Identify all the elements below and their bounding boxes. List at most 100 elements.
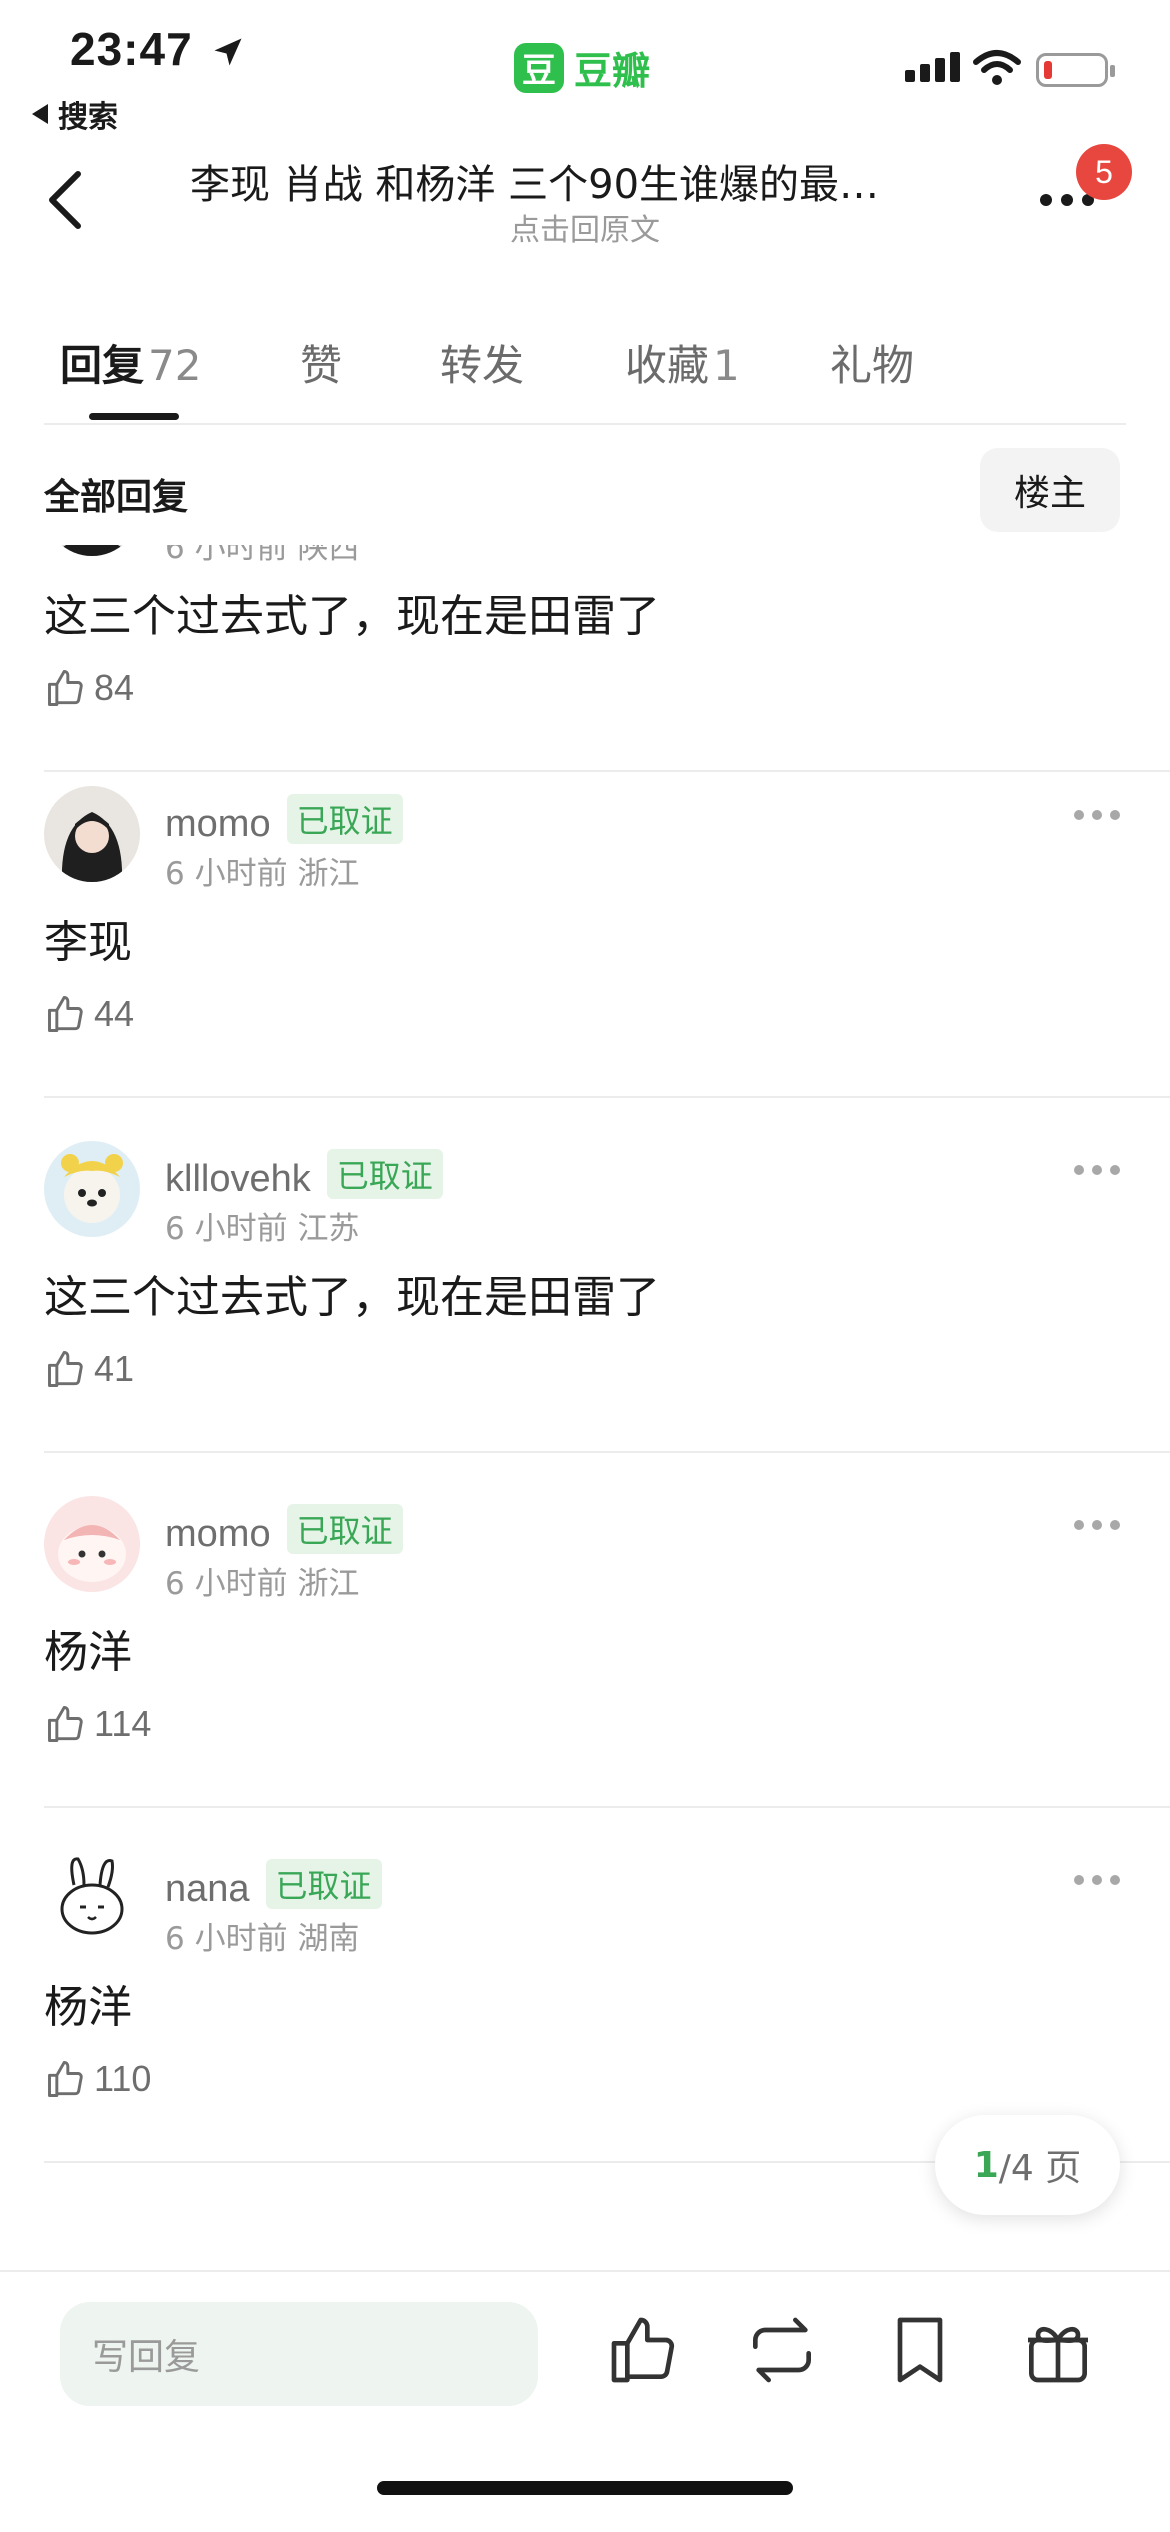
page-indicator[interactable]: 1/4 页 [935, 2115, 1120, 2215]
tab-bar: 回复72 赞 转发 收藏1 礼物 [0, 320, 1170, 425]
username-text: nana [165, 1868, 250, 1910]
divider [44, 1096, 1170, 1098]
comment-time: 6 小时前 [165, 1211, 288, 1247]
comment-item: momo 已取证 6 小时前 浙江 杨洋 114 [0, 1476, 1170, 1831]
like-button[interactable]: 41 [44, 1347, 134, 1391]
tab-label: 回复 [60, 341, 145, 390]
username[interactable]: momo 已取证 [165, 794, 403, 846]
status-time: 23:47 [70, 23, 193, 75]
comment-meta: 6 小时前 湖南 [165, 1913, 359, 1958]
op-only-button[interactable]: 楼主 [980, 448, 1120, 532]
tab-label: 赞 [300, 341, 343, 390]
comment-location: 陕西 [297, 545, 360, 566]
comment-text: 这三个过去式了，现在是田雷了 [44, 591, 660, 642]
more-dot-icon [1061, 194, 1073, 206]
view-original-link[interactable]: 点击回原文 [0, 205, 1170, 249]
divider [44, 1806, 1170, 1808]
thumbs-up-icon[interactable] [604, 2310, 684, 2390]
comment-text: 杨洋 [44, 1627, 132, 1678]
verified-badge: 已取证 [286, 794, 403, 844]
comment-meta: 6 小时前 浙江 [165, 1558, 359, 1603]
battery-icon [1036, 53, 1115, 87]
status-bar: 23:47 搜索 豆 豆瓣 [0, 0, 1170, 135]
comment-meta: 6 小时前 江苏 [165, 1203, 359, 1248]
verified-badge: 已取证 [326, 1149, 443, 1199]
like-button[interactable]: 110 [44, 2057, 151, 2101]
all-replies-filter[interactable]: 全部回复 [44, 468, 188, 520]
tab-gifts[interactable]: 礼物 [830, 332, 914, 393]
comment-options-button[interactable] [1074, 1165, 1120, 1175]
username[interactable]: momo 已取证 [165, 1504, 403, 1556]
comment-options-button[interactable] [1074, 810, 1120, 820]
comment-location: 湖南 [297, 1921, 360, 1957]
reply-input[interactable]: 写回复 [60, 2302, 538, 2406]
tab-label: 收藏 [625, 341, 710, 390]
dot-icon [1092, 1875, 1102, 1885]
like-button[interactable]: 84 [44, 666, 134, 710]
avatar[interactable] [44, 1496, 140, 1592]
dot-icon [1110, 1165, 1120, 1175]
comment-options-button[interactable] [1074, 1520, 1120, 1530]
back-to-app-link[interactable]: 搜索 [32, 92, 118, 136]
tab-label: 礼物 [830, 341, 915, 390]
thumbs-up-icon [48, 1706, 83, 1742]
comment-meta: 6 小时前 浙江 [165, 848, 359, 893]
comment-list: 6 小时前 陕西 这三个过去式了，现在是田雷了 84 momo 已取证 6 小时前… [0, 545, 1170, 2270]
thumbs-up-icon [48, 2061, 83, 2097]
comment-time: 6 小时前 [165, 1921, 288, 1957]
dot-icon [1092, 1520, 1102, 1530]
tab-replies[interactable]: 回复72 [60, 332, 201, 393]
divider [44, 1451, 1170, 1453]
comment-location: 江苏 [297, 1211, 360, 1247]
dot-icon [1110, 1875, 1120, 1885]
dot-icon [1092, 810, 1102, 820]
repost-icon[interactable] [742, 2310, 822, 2390]
username-text: klllovehk [165, 1158, 311, 1200]
post-title[interactable]: 李现 肖战 和杨洋 三个90生谁爆的最… [190, 152, 990, 210]
comment-time: 6 小时前 [165, 1566, 288, 1602]
comment-options-button[interactable] [1074, 1875, 1120, 1885]
location-arrow-icon [214, 38, 242, 66]
comment-meta: 6 小时前 陕西 [165, 545, 359, 567]
thumbs-up-icon [48, 670, 83, 706]
like-count: 114 [94, 1703, 152, 1744]
tab-count: 72 [148, 341, 202, 390]
dot-icon [1092, 1165, 1102, 1175]
back-triangle-icon [32, 104, 48, 124]
notification-badge: 5 [1076, 144, 1132, 200]
active-tab-indicator [89, 413, 179, 420]
dot-icon [1110, 810, 1120, 820]
more-dot-icon [1040, 194, 1052, 206]
gift-icon[interactable] [1018, 2310, 1098, 2390]
dot-icon [1074, 1165, 1084, 1175]
username[interactable]: nana 已取证 [165, 1859, 382, 1911]
total-pages: /4 页 [998, 2148, 1082, 2189]
comment-item: momo 已取证 6 小时前 浙江 李现 44 [0, 766, 1170, 1121]
avatar[interactable] [44, 1851, 140, 1947]
wifi-icon [973, 50, 1021, 85]
app-logo: 豆 豆瓣 [514, 40, 650, 95]
like-button[interactable]: 114 [44, 1702, 151, 1746]
post-header: 李现 肖战 和杨洋 三个90生谁爆的最… 点击回原文 5 [0, 140, 1170, 260]
current-page: 1 [973, 2144, 999, 2186]
verified-badge: 已取证 [265, 1859, 382, 1909]
avatar[interactable] [44, 545, 140, 556]
tab-label: 转发 [440, 341, 525, 390]
like-count: 84 [94, 667, 135, 708]
tab-reposts[interactable]: 转发 [440, 332, 524, 393]
dot-icon [1074, 810, 1084, 820]
comment-text: 杨洋 [44, 1982, 132, 2033]
app-logo-icon: 豆 [514, 42, 564, 93]
comment-item: 6 小时前 陕西 这三个过去式了，现在是田雷了 84 [0, 545, 1170, 795]
tab-collections[interactable]: 收藏1 [625, 332, 740, 393]
back-to-app-label: 搜索 [58, 100, 118, 135]
divider [44, 423, 1126, 425]
tab-likes[interactable]: 赞 [300, 332, 342, 393]
avatar[interactable] [44, 1141, 140, 1237]
username[interactable]: klllovehk 已取证 [165, 1149, 443, 1201]
avatar[interactable] [44, 786, 140, 882]
like-button[interactable]: 44 [44, 992, 134, 1036]
username-text: momo [165, 803, 271, 845]
bookmark-icon[interactable] [880, 2310, 960, 2390]
comment-time: 6 小时前 [165, 856, 288, 892]
